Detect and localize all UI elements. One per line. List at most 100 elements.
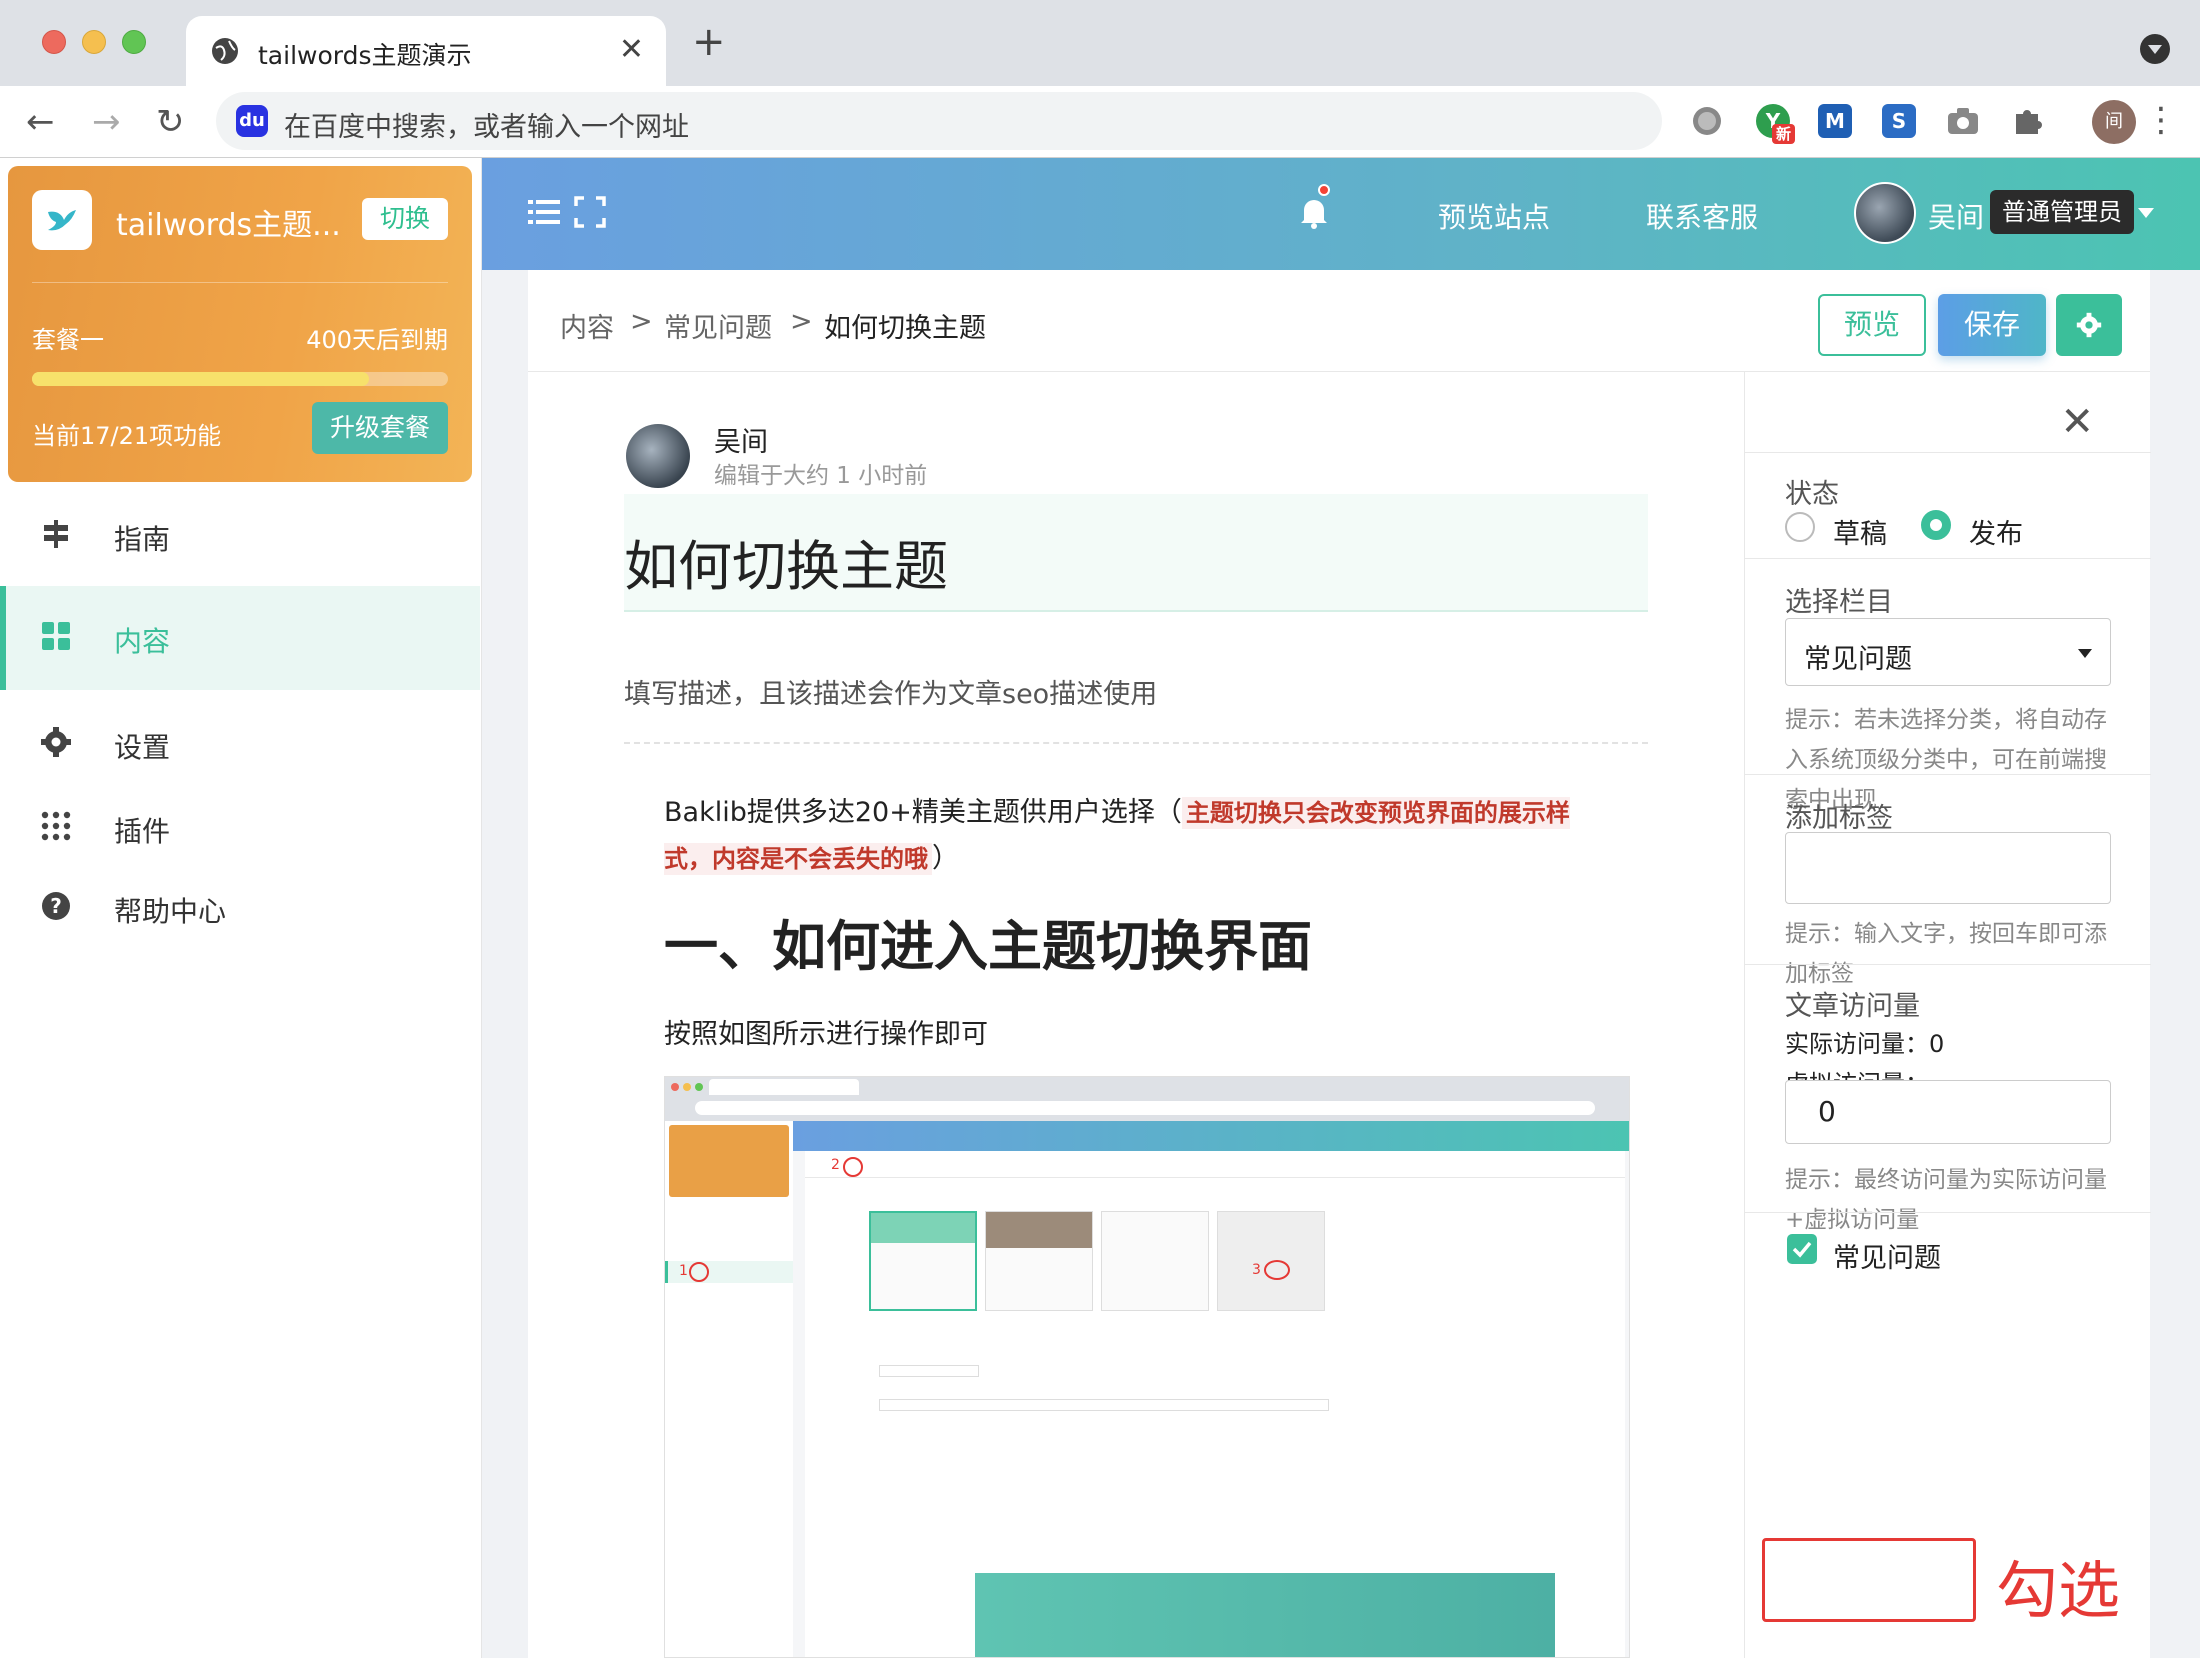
sidebar: tailwords主题... 切换 套餐一 400天后到期 当前17/21项功能… (0, 158, 482, 1658)
menu-list-icon[interactable] (526, 194, 562, 230)
save-button[interactable]: 保存 (1938, 294, 2046, 356)
camera-icon[interactable] (1946, 106, 1980, 136)
screenshot-tab-line (805, 1177, 1625, 1178)
plan-name: 套餐一 (32, 326, 104, 354)
body-paragraph[interactable]: Baklib提供多达20+精美主题供用户选择（ 主题切换只会改变预览界面的展示样式… (664, 790, 1604, 882)
globe-icon (212, 38, 238, 64)
close-icon[interactable]: ✕ (2060, 402, 2094, 442)
switch-workspace-button[interactable]: 切换 (361, 198, 448, 240)
tags-label: 添加标签 (1785, 803, 1893, 834)
category-select[interactable]: 常见问题 (1785, 618, 2111, 686)
extension-new-badge: 新 (1772, 124, 1796, 144)
question-icon: ? (42, 892, 70, 920)
screenshot-sidebar: 1 (665, 1121, 793, 1657)
author-avatar (626, 424, 690, 488)
preview-site-link[interactable]: 预览站点 (1438, 196, 1550, 236)
editor-card: 内容 > 常见问题 > 如何切换主题 预览 保存 吴间 编辑于大约 1 小时前 … (528, 270, 2151, 1658)
description-field[interactable]: 填写描述，且该描述会作为文章seo描述使用 (624, 672, 1157, 711)
contact-support-link[interactable]: 联系客服 (1646, 196, 1758, 236)
preview-button[interactable]: 预览 (1818, 294, 1926, 356)
baidu-icon: du (236, 105, 268, 137)
tab-close-icon[interactable]: ✕ (619, 32, 644, 68)
screenshot-step-ring (843, 1157, 863, 1177)
breadcrumb-separator: > (790, 306, 813, 337)
browser-toolbar: ← → ↻ du 在百度中搜索，或者输入一个网址 Y 新 M S 间 ⋮ (0, 86, 2200, 158)
screenshot-browser-chrome (665, 1077, 1629, 1121)
tab-search-icon[interactable] (2140, 34, 2170, 64)
signpost-icon (44, 520, 68, 548)
screenshot-address-bar (695, 1101, 1595, 1115)
status-label: 状态 (1785, 479, 1839, 510)
status-draft-radio[interactable] (1785, 512, 1815, 542)
sidebar-item-content[interactable]: 内容 (0, 586, 480, 690)
user-name[interactable]: 吴间 (1928, 196, 1984, 236)
bell-icon[interactable] (1296, 194, 1332, 230)
new-tab-button[interactable]: + (692, 22, 726, 62)
user-avatar[interactable] (1854, 182, 1916, 244)
browser-menu-icon[interactable]: ⋮ (2144, 100, 2178, 140)
status-publish-label[interactable]: 发布 (1969, 512, 2023, 551)
plan-card: tailwords主题... 切换 套餐一 400天后到期 当前17/21项功能… (8, 166, 472, 482)
user-menu-caret-icon[interactable] (2138, 208, 2154, 218)
embedded-screenshot[interactable]: 1 2 3 (664, 1076, 1630, 1658)
panel-divider (1745, 774, 2151, 775)
extension-m-icon[interactable]: M (1818, 104, 1852, 138)
breadcrumb-item[interactable]: 常见问题 (664, 306, 772, 345)
sidebar-item-guide[interactable]: 指南 (0, 484, 480, 584)
notification-dot (1318, 184, 1330, 196)
sidebar-item-label: 设置 (114, 731, 171, 764)
screenshot-theme-header (986, 1212, 1092, 1248)
back-arrow-icon[interactable]: ← (26, 102, 55, 142)
section-heading[interactable]: 一、如何进入主题切换界面 (664, 902, 1312, 981)
window-close-button[interactable] (42, 30, 66, 54)
address-placeholder: 在百度中搜索，或者输入一个网址 (284, 112, 689, 143)
title-field[interactable]: 如何切换主题 (624, 494, 1648, 612)
extension-green-icon[interactable]: Y 新 (1756, 104, 1796, 144)
faq-checkbox-label[interactable]: 常见问题 (1833, 1236, 1941, 1275)
sidebar-item-help[interactable]: ? 帮助中心 (0, 856, 480, 956)
tags-input[interactable] (1785, 832, 2111, 904)
screenshot-step-ring (689, 1262, 709, 1282)
site-logo (32, 190, 92, 250)
forward-arrow-icon[interactable]: → (92, 102, 121, 142)
window-minimize-button[interactable] (82, 30, 106, 54)
annotation-highlight-box (1762, 1538, 1976, 1622)
sidebar-item-label: 插件 (114, 815, 171, 848)
category-value: 常见问题 (1804, 644, 1912, 675)
app-root: tailwords主题... 切换 套餐一 400天后到期 当前17/21项功能… (0, 158, 2200, 1658)
upgrade-plan-button[interactable]: 升级套餐 (311, 402, 448, 454)
puzzle-icon[interactable] (2010, 104, 2044, 138)
status-draft-label[interactable]: 草稿 (1833, 512, 1887, 551)
user-role-badge: 普通管理员 (1990, 190, 2134, 234)
grid-icon (42, 622, 70, 650)
browser-tab[interactable]: tailwords主题演示 ✕ (186, 16, 666, 86)
document-title: 如何切换主题 (624, 535, 948, 598)
profile-avatar[interactable]: 间 (2092, 100, 2136, 144)
virtual-views-input[interactable]: 0 (1785, 1080, 2111, 1144)
breadcrumb-separator: > (630, 306, 653, 337)
fullscreen-icon[interactable] (572, 194, 608, 230)
breadcrumb-item[interactable]: 内容 (560, 306, 614, 345)
address-bar[interactable]: du 在百度中搜索，或者输入一个网址 (216, 92, 1662, 150)
screenshot-topbar (793, 1121, 1629, 1151)
screenshot-banner-image (975, 1573, 1555, 1657)
breadcrumb-current: 如何切换主题 (824, 313, 986, 344)
description-divider (624, 742, 1648, 744)
screenshot-step-number: 3 (1252, 1262, 1261, 1278)
panel-divider (1745, 964, 2151, 965)
screenshot-step-ring (1264, 1260, 1290, 1280)
reload-icon[interactable]: ↻ (156, 102, 185, 142)
faq-checkbox[interactable] (1787, 1234, 1817, 1264)
status-publish-radio[interactable] (1921, 510, 1951, 540)
paragraph-text: Baklib提供多达20+精美主题供用户选择（ (664, 797, 1182, 828)
extension-s-icon[interactable]: S (1882, 104, 1916, 138)
window-maximize-button[interactable] (122, 30, 146, 54)
plan-usage-fill (32, 372, 369, 386)
browser-tabstrip: tailwords主题演示 ✕ + (0, 0, 2200, 86)
settings-button[interactable] (2056, 294, 2122, 356)
screenshot-step-number: 2 (831, 1157, 840, 1173)
translate-globe-icon[interactable] (1690, 104, 1724, 138)
body-paragraph-2[interactable]: 按照如图所示进行操作即可 (664, 1012, 988, 1051)
chevron-down-icon (2078, 649, 2092, 658)
dots-grid-icon (41, 811, 71, 841)
